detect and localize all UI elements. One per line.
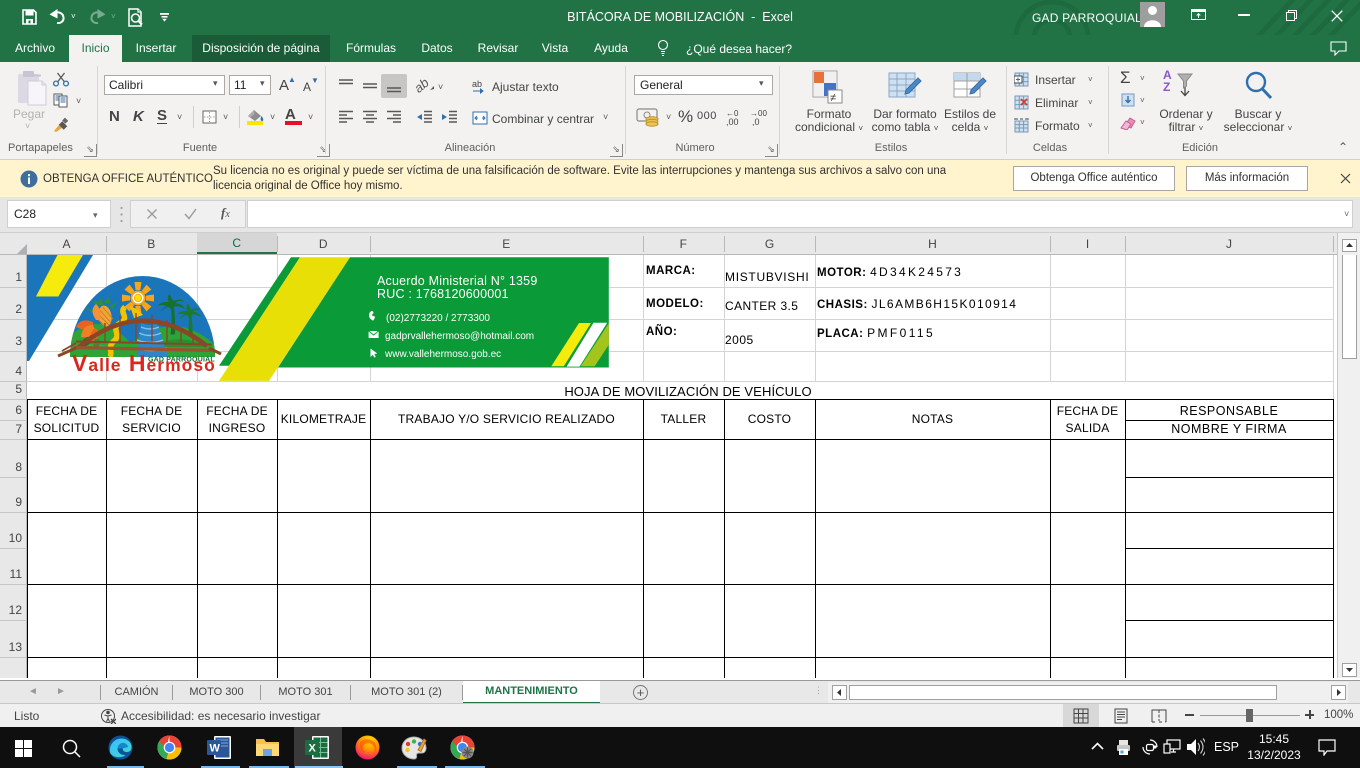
svg-text:www.vallehermoso.gob.ec: www.vallehermoso.gob.ec [384, 349, 501, 360]
svg-text:X: X [309, 743, 317, 755]
svg-text:RUC : 1768120600001: RUC : 1768120600001 [377, 287, 509, 301]
svg-text:gadprvallehermoso@hotmail.com: gadprvallehermoso@hotmail.com [385, 331, 534, 342]
svg-text:,00: ,00 [726, 117, 739, 126]
svg-text:≠: ≠ [830, 92, 836, 104]
svg-text:ab: ab [416, 76, 432, 96]
svg-text:,0: ,0 [752, 117, 760, 126]
svg-text:ab: ab [472, 79, 482, 89]
svg-text:Acuerdo Ministerial N° 1359: Acuerdo Ministerial N° 1359 [377, 274, 537, 288]
svg-text:(02)2773220 / 2773300: (02)2773220 / 2773300 [386, 313, 490, 324]
svg-text:W: W [210, 743, 221, 755]
